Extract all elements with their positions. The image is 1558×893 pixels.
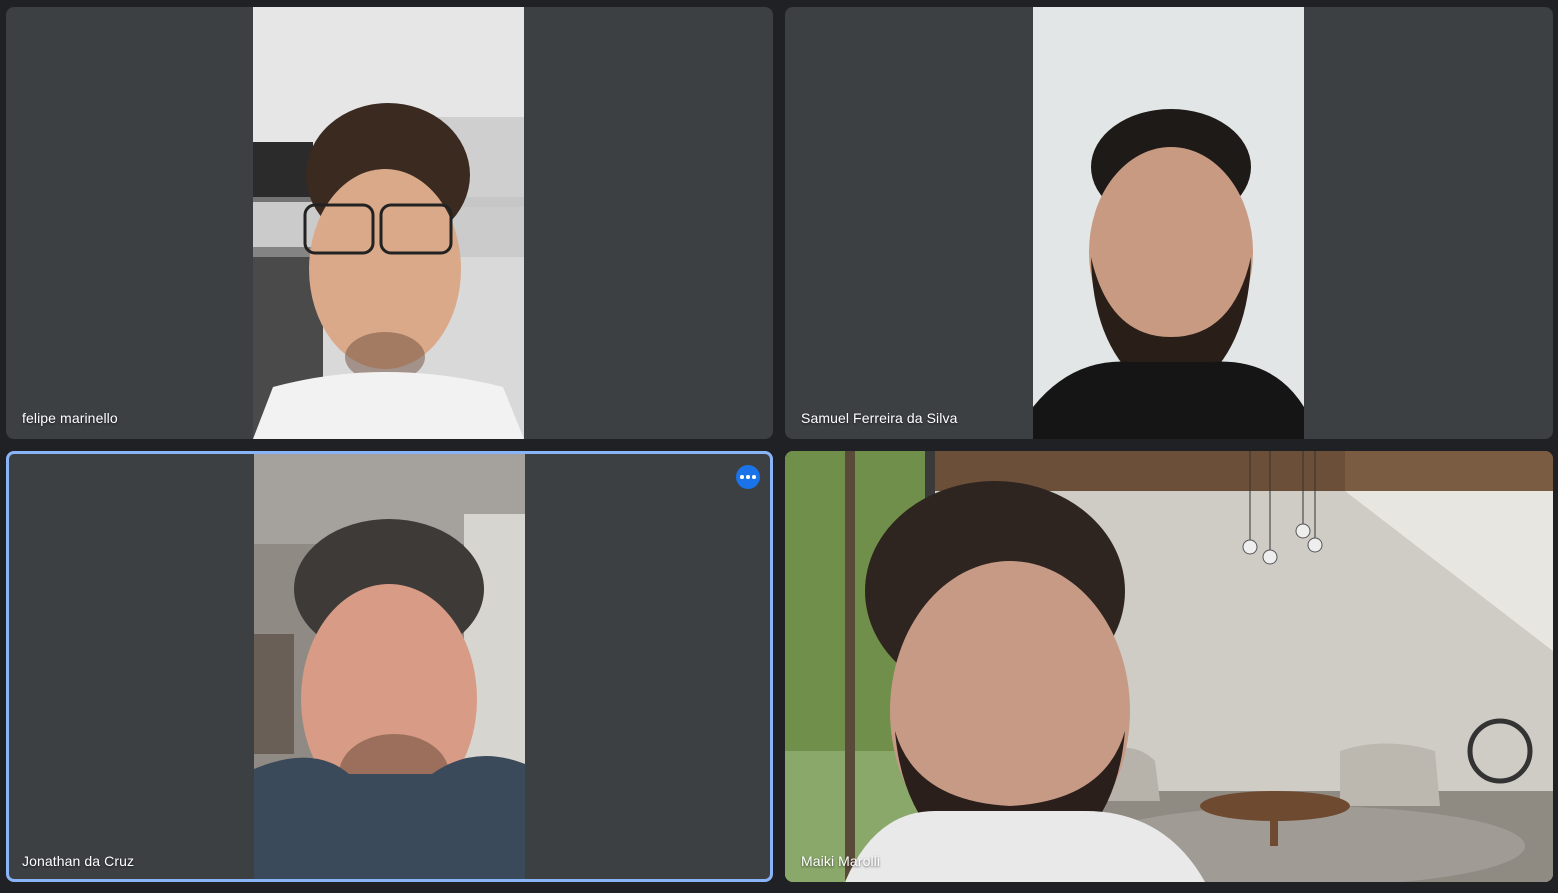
participant-tile[interactable]: Maiki Marolli <box>785 451 1553 882</box>
participant-name: Samuel Ferreira da Silva <box>801 410 958 426</box>
participant-video <box>1033 7 1304 439</box>
participant-video <box>253 7 524 439</box>
participant-name: felipe marinello <box>22 410 118 426</box>
meeting-grid: felipe marinello Samuel Ferreira da Silv… <box>0 0 1558 893</box>
more-options-button[interactable] <box>736 465 760 489</box>
participant-name: Maiki Marolli <box>801 853 881 869</box>
participant-name: Jonathan da Cruz <box>22 853 135 869</box>
participant-tile[interactable]: Samuel Ferreira da Silva <box>785 7 1553 439</box>
participant-tile-active[interactable]: Jonathan da Cruz <box>6 451 773 882</box>
participant-tile[interactable]: felipe marinello <box>6 7 773 439</box>
participant-video <box>254 454 525 879</box>
more-horiz-icon <box>740 475 744 479</box>
participant-video <box>785 451 1553 882</box>
